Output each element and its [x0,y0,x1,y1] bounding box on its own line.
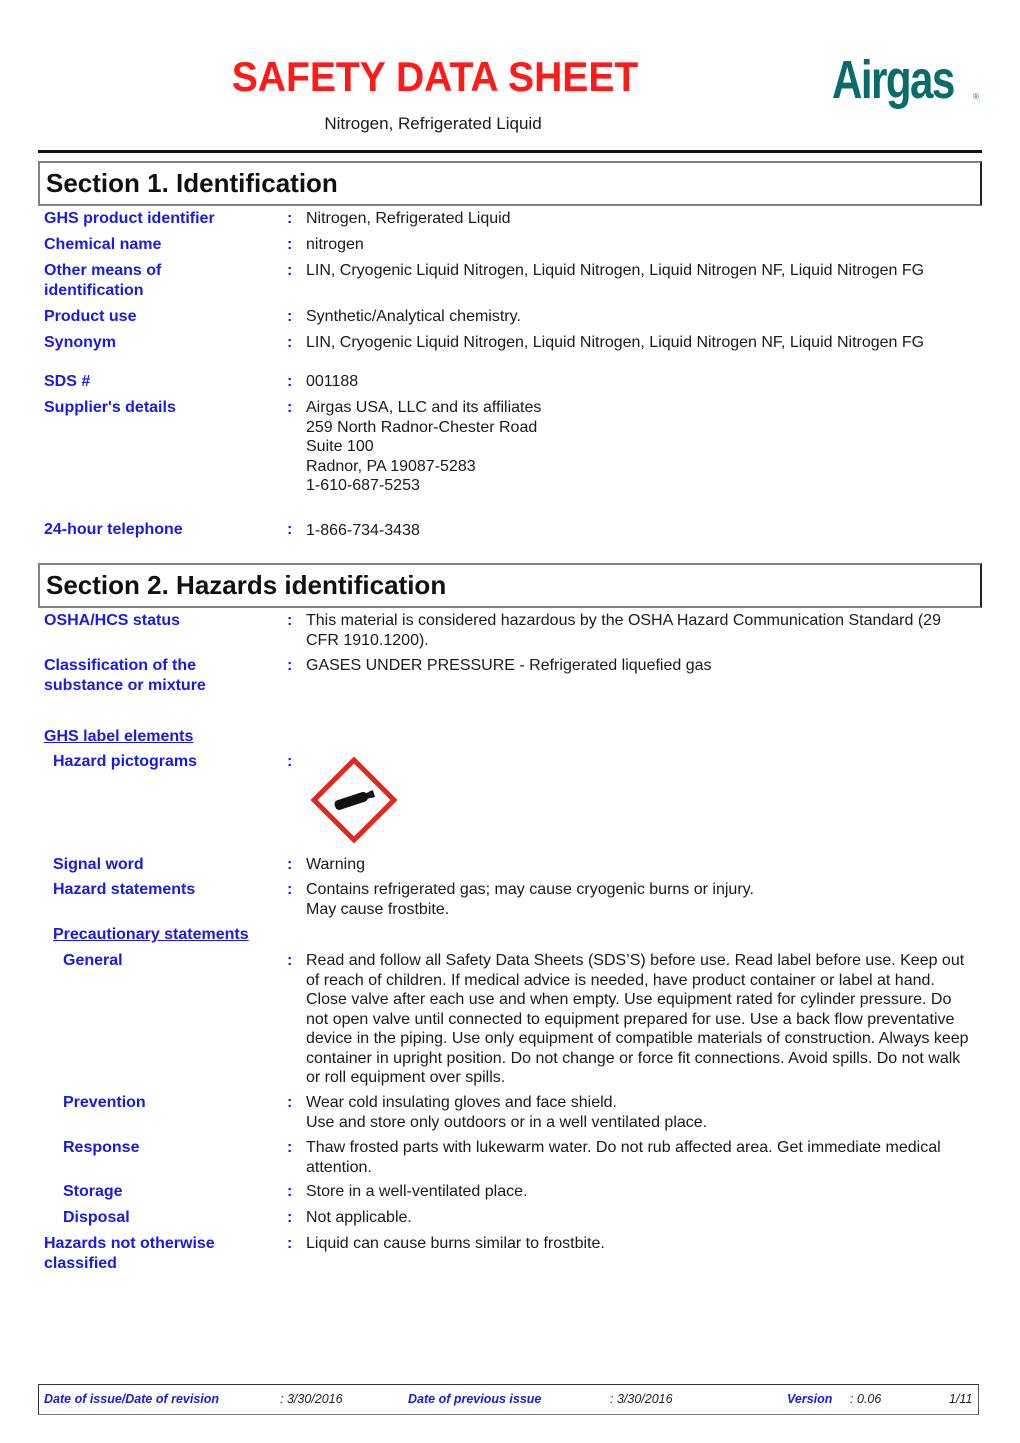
value-hazard-statements: Contains refrigerated gas; may cause cry… [306,881,754,918]
value-storage: Store in a well-ventilated place. [306,1183,528,1200]
colon: : [287,236,293,253]
label-hazards-not-otherwise-classified: Hazards not otherwise classified [44,1235,215,1272]
label-prevention: Prevention [63,1094,146,1111]
value-prevention: Wear cold insulating gloves and face shi… [306,1094,708,1131]
colon: : [287,399,293,416]
section-1-header: Section 1. Identification [38,161,982,206]
label-osha-hcs-status: OSHA/HCS status [44,612,181,629]
label-synonym: Synonym [44,334,117,351]
page-footer: Date of issue/Date of revision : 3/30/20… [38,1384,979,1415]
value-disposal: Not applicable. [306,1209,412,1226]
label-storage: Storage [63,1183,123,1200]
colon: : [287,657,293,674]
colon: : [287,612,293,629]
value-general: Read and follow all Safety Data Sheets (… [306,952,969,1086]
label-general: General [63,952,123,969]
label-product-use: Product use [44,308,137,325]
colon: : [287,1209,293,1226]
value-sds-number: 001188 [306,373,359,390]
value-product-use: Synthetic/Analytical chemistry. [306,308,521,325]
label-ghs-product-identifier: GHS product identifier [44,210,215,227]
colon: : [287,881,293,898]
footer-version-value: : 0.06 [850,1392,882,1406]
colon: : [287,1183,293,1200]
footer-date-of-issue-label: Date of issue/Date of revision [44,1392,220,1406]
colon: : [287,1235,293,1252]
logo-text: Airgas [832,50,955,110]
value-suppliers-details: Airgas USA, LLC and its affiliates 259 N… [306,399,542,494]
value-24-hour-telephone: 1-866-734-3438 [306,522,420,539]
section-2-header: Section 2. Hazards identification [38,563,982,608]
header-divider [38,150,982,153]
registered-mark: ® [973,92,979,101]
value-osha-hcs-status: This material is considered hazardous by… [306,612,941,649]
document-title: SAFETY DATA SHEET [231,53,639,100]
label-hazard-statements: Hazard statements [53,881,196,898]
value-signal-word: Warning [306,856,365,873]
label-classification: Classification of the substance or mixtu… [44,657,206,694]
label-hazard-pictograms: Hazard pictograms [53,753,198,770]
footer-date-of-previous-issue-value: : 3/30/2016 [610,1392,673,1406]
section-1-title: Section 1. Identification [46,168,338,198]
label-chemical-name: Chemical name [44,236,162,253]
label-disposal: Disposal [63,1209,130,1226]
value-other-means-of-identification: LIN, Cryogenic Liquid Nitrogen, Liquid N… [306,262,925,279]
colon: : [287,856,293,873]
colon: : [287,262,293,279]
value-response: Thaw frosted parts with lukewarm water. … [306,1139,941,1176]
colon: : [287,952,293,969]
ghs-label-elements-heading: GHS label elements [44,728,194,745]
label-24-hour-telephone: 24-hour telephone [44,521,183,538]
value-ghs-product-identifier: Nitrogen, Refrigerated Liquid [306,210,511,227]
label-other-means-of-identification: Other means of identification [44,262,162,299]
value-classification: GASES UNDER PRESSURE - Refrigerated liqu… [306,657,712,674]
colon: : [287,1094,293,1111]
gas-cylinder-icon [310,756,398,844]
section-2-title: Section 2. Hazards identification [46,570,447,600]
colon: : [287,308,293,325]
value-synonym: LIN, Cryogenic Liquid Nitrogen, Liquid N… [306,334,925,351]
airgas-logo: Airgas ® [832,52,982,112]
label-signal-word: Signal word [53,856,144,873]
footer-version-label: Version [787,1392,833,1406]
value-chemical-name: nitrogen [306,236,364,253]
footer-date-of-previous-issue-label: Date of previous issue [408,1392,542,1406]
label-sds-number: SDS # [44,373,91,390]
product-name-subtitle: Nitrogen, Refrigerated Liquid [324,114,542,133]
colon: : [287,521,293,538]
label-suppliers-details: Supplier's details [44,399,176,416]
colon: : [287,210,293,227]
colon: : [287,753,293,770]
precautionary-statements-heading: Precautionary statements [53,926,249,943]
colon: : [287,1139,293,1156]
label-response: Response [63,1139,140,1156]
footer-date-of-issue-value: : 3/30/2016 [280,1392,343,1406]
colon: : [287,373,293,390]
value-hazards-not-otherwise-classified: Liquid can cause burns similar to frostb… [306,1235,605,1252]
colon: : [287,334,293,351]
footer-page-number: 1/11 [949,1392,973,1406]
